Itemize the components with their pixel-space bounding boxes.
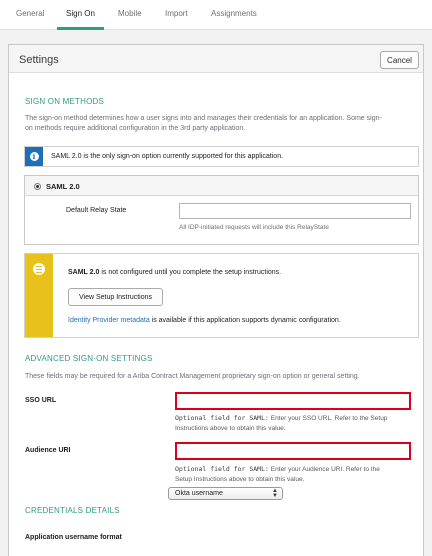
credentials-details-heading: CREDENTIALS DETAILS	[25, 506, 120, 515]
relay-state-hint: All IDP-initiated requests will include …	[179, 224, 329, 231]
sign-on-methods-description: The sign-on method determines how a user…	[25, 115, 382, 132]
username-format-select[interactable]: Okta username ▲ ▼	[168, 487, 283, 500]
tab-general[interactable]: General	[16, 9, 44, 18]
setup-notice-text: SAML 2.0 is not configured until you com…	[68, 269, 282, 276]
active-tab-indicator	[57, 27, 104, 30]
saml-radio[interactable]	[34, 183, 41, 190]
warning-strip	[25, 254, 53, 337]
idp-metadata-link[interactable]: Identity Provider metadata	[68, 317, 150, 324]
chevron-up-down-icon: ▲ ▼	[272, 488, 278, 499]
panel-title: Settings	[19, 54, 59, 66]
tab-assignments[interactable]: Assignments	[211, 9, 257, 18]
saml-option-box: SAML 2.0 Default Relay State All IDP-ini…	[24, 175, 419, 245]
panel-header: Settings Cancel	[9, 45, 423, 73]
username-format-value: Okta username	[175, 490, 223, 497]
advanced-settings-description: These fields may be required for a Ariba…	[25, 373, 360, 380]
info-icon: i	[29, 152, 39, 161]
view-setup-instructions-button[interactable]: View Setup Instructions	[68, 288, 163, 306]
sso-url-hint: Optional field for SAML: Enter your SSO …	[175, 414, 388, 432]
audience-uri-label: Audience URI	[25, 447, 71, 454]
info-text: SAML 2.0 is the only sign-on option curr…	[51, 153, 284, 160]
sso-url-label: SSO URL	[25, 397, 57, 404]
tab-import[interactable]: Import	[165, 9, 188, 18]
settings-panel: Settings Cancel SIGN ON METHODS The sign…	[8, 44, 424, 556]
audience-uri-input[interactable]	[175, 442, 411, 460]
relay-state-label: Default Relay State	[66, 207, 127, 214]
sso-url-input[interactable]	[175, 392, 411, 410]
tab-sign-on[interactable]: Sign On	[66, 9, 95, 18]
saml-option-label: SAML 2.0	[46, 182, 80, 191]
setup-notice: SAML 2.0 is not configured until you com…	[24, 253, 419, 338]
advanced-settings-heading: ADVANCED SIGN-ON SETTINGS	[25, 354, 153, 363]
info-callout: i SAML 2.0 is the only sign-on option cu…	[24, 146, 419, 167]
tab-mobile[interactable]: Mobile	[118, 9, 142, 18]
list-icon	[33, 263, 45, 275]
saml-option-header: SAML 2.0	[25, 176, 418, 196]
audience-uri-hint: Optional field for SAML: Enter your Audi…	[175, 465, 380, 483]
username-format-label: Application username format	[25, 534, 122, 541]
sign-on-methods-heading: SIGN ON METHODS	[25, 97, 105, 106]
cancel-button[interactable]: Cancel	[380, 51, 419, 69]
tab-bar: General Sign On Mobile Import Assignment…	[0, 0, 432, 30]
metadata-notice: Identity Provider metadata is available …	[68, 317, 341, 324]
relay-state-input[interactable]	[179, 203, 411, 219]
info-strip: i	[25, 147, 43, 166]
